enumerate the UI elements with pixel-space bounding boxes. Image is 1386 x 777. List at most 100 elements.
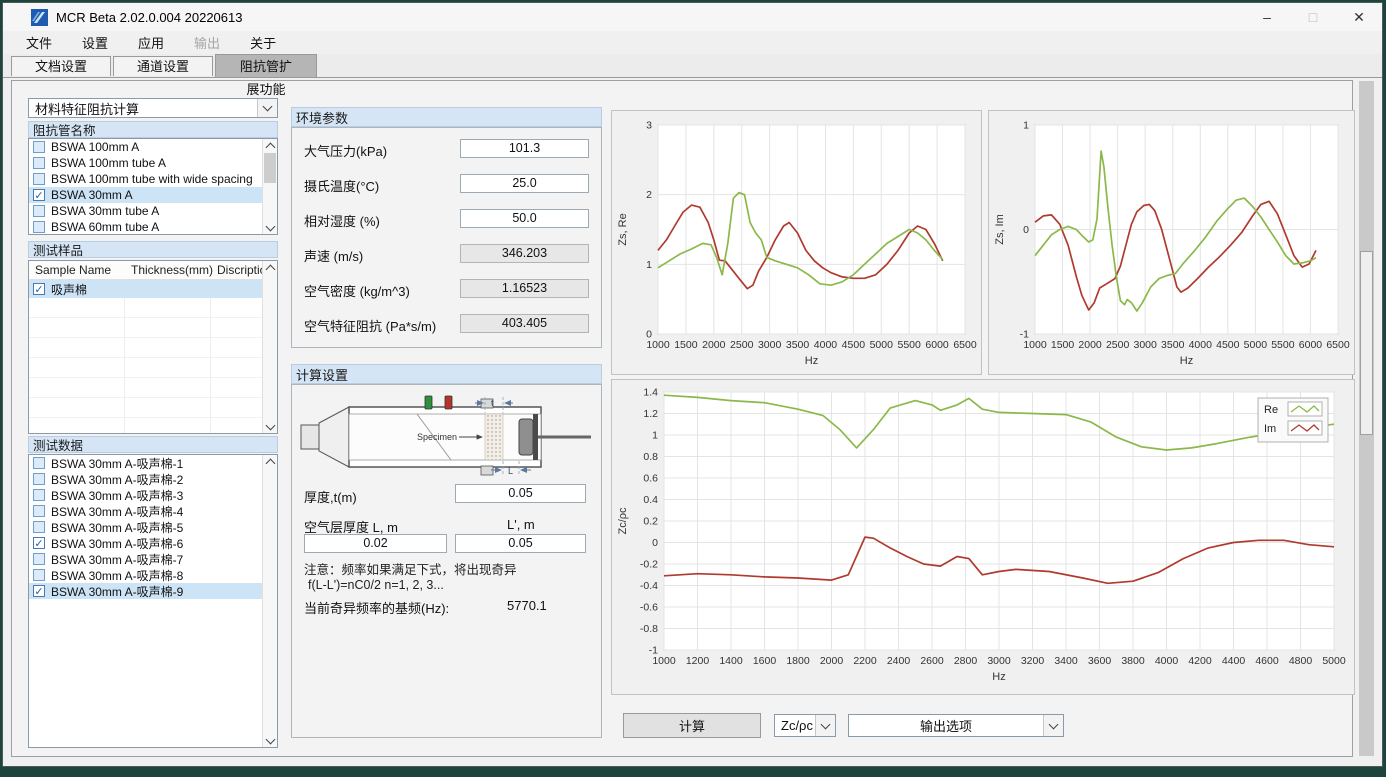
tube-section-header: 阻抗管名称: [28, 121, 278, 138]
column-header: Discription: [211, 263, 265, 277]
checkbox[interactable]: [33, 173, 45, 185]
list-item[interactable]: BSWA 30mm A-吸声棉-3: [29, 487, 277, 503]
svg-text:4500: 4500: [842, 339, 866, 351]
output-options-value: 输出选项: [849, 716, 1043, 735]
checkbox[interactable]: [33, 505, 45, 517]
env-field-input[interactable]: 25.0: [460, 174, 589, 193]
thickness-input[interactable]: 0.05: [455, 484, 586, 503]
specimen-label: Specimen: [417, 432, 457, 442]
checkbox[interactable]: [33, 141, 45, 153]
checkbox[interactable]: ✓: [33, 283, 45, 295]
list-item[interactable]: BSWA 30mm A-吸声棉-5: [29, 519, 277, 535]
sample-table-scrollbar[interactable]: [262, 261, 277, 433]
air-layer-prime-input[interactable]: 0.05: [455, 534, 586, 553]
app-window: MCR Beta 2.02.0.004 20220613 – □ ✕ 文件设置应…: [2, 2, 1383, 767]
checkbox[interactable]: [33, 221, 45, 233]
checkbox[interactable]: [33, 457, 45, 469]
data-list-scrollbar[interactable]: [262, 455, 277, 747]
env-field-input[interactable]: 101.3: [460, 139, 589, 158]
checkbox[interactable]: [33, 489, 45, 501]
svg-text:-0.4: -0.4: [640, 580, 658, 592]
tab-impedance-tube-extension[interactable]: 阻抗管扩展功能: [215, 54, 317, 77]
checkbox[interactable]: [33, 157, 45, 169]
maximize-button[interactable]: □: [1290, 3, 1336, 31]
table-row[interactable]: ✓吸声棉: [29, 280, 277, 298]
list-item[interactable]: BSWA 30mm A-吸声棉-2: [29, 471, 277, 487]
scroll-up-icon[interactable]: [263, 261, 277, 274]
tab-document-settings[interactable]: 文档设置: [11, 56, 111, 76]
quantity-dropdown[interactable]: Zc/ρc: [774, 714, 836, 737]
checkbox[interactable]: [33, 205, 45, 217]
tube-scrollbar-thumb[interactable]: [264, 153, 276, 183]
svg-text:1.2: 1.2: [643, 408, 658, 420]
svg-text:3000: 3000: [1134, 339, 1158, 351]
svg-text:1500: 1500: [1051, 339, 1075, 351]
column-header: Sample Name: [29, 263, 125, 277]
list-item[interactable]: BSWA 100mm tube with wide spacing: [29, 171, 277, 187]
list-item[interactable]: BSWA 30mm A-吸声棉-4: [29, 503, 277, 519]
checkbox[interactable]: [33, 553, 45, 565]
checkbox[interactable]: [33, 473, 45, 485]
empty-table-row: [29, 358, 277, 378]
checkbox[interactable]: [33, 521, 45, 533]
checkbox[interactable]: [33, 569, 45, 581]
chart-zs-re: 1000150020002500300035004000450050005500…: [611, 110, 982, 375]
list-item[interactable]: BSWA 30mm tube A: [29, 203, 277, 219]
menu-item: 输出: [179, 31, 235, 54]
main-scrollbar-thumb[interactable]: [1360, 251, 1373, 435]
list-item[interactable]: BSWA 30mm A-吸声棉-8: [29, 567, 277, 583]
list-item[interactable]: ✓BSWA 30mm A-吸声棉-6: [29, 535, 277, 551]
main-scrollbar[interactable]: [1359, 81, 1374, 756]
checkbox[interactable]: ✓: [33, 585, 45, 597]
output-options-dropdown[interactable]: 输出选项: [848, 714, 1064, 737]
scroll-up-icon[interactable]: [263, 139, 277, 152]
list-item-label: BSWA 30mm A-吸声棉-2: [51, 471, 183, 488]
menu-item[interactable]: 文件: [11, 31, 67, 54]
scroll-down-icon[interactable]: [263, 420, 277, 433]
svg-text:0.2: 0.2: [643, 516, 658, 528]
list-item[interactable]: ✓BSWA 30mm A: [29, 187, 277, 203]
base-freq-value: 5770.1: [507, 598, 547, 613]
calc-type-dropdown-button[interactable]: [257, 99, 277, 117]
svg-text:6500: 6500: [1326, 339, 1350, 351]
air-layer-input[interactable]: 0.02: [304, 534, 447, 553]
data-section-header: 测试数据: [28, 436, 278, 453]
checkbox[interactable]: ✓: [33, 189, 45, 201]
empty-table-row: [29, 298, 277, 318]
tube-list-scrollbar[interactable]: [262, 139, 277, 234]
env-field-input[interactable]: 50.0: [460, 209, 589, 228]
svg-text:Zs, Im: Zs, Im: [994, 214, 1006, 245]
scroll-up-icon[interactable]: [263, 455, 277, 468]
empty-table-row: [29, 398, 277, 418]
svg-text:1400: 1400: [719, 655, 743, 667]
output-options-dropdown-button[interactable]: [1043, 715, 1063, 736]
menu-item[interactable]: 关于: [235, 31, 291, 54]
list-item[interactable]: BSWA 100mm A: [29, 139, 277, 155]
svg-text:1000: 1000: [652, 655, 676, 667]
menu-item[interactable]: 设置: [67, 31, 123, 54]
sample-section-title: 测试样品: [33, 240, 83, 259]
calc-type-dropdown[interactable]: 材料特征阻抗计算: [28, 98, 278, 118]
list-item[interactable]: BSWA 30mm A-吸声棉-7: [29, 551, 277, 567]
tab-channel-settings[interactable]: 通道设置: [113, 56, 213, 76]
svg-text:1600: 1600: [753, 655, 777, 667]
calculate-button[interactable]: 计算: [623, 713, 761, 738]
svg-text:3500: 3500: [786, 339, 810, 351]
scroll-down-icon[interactable]: [263, 221, 277, 234]
quantity-dropdown-button[interactable]: [815, 715, 835, 736]
minimize-button[interactable]: –: [1244, 3, 1290, 31]
svg-text:3200: 3200: [1021, 655, 1045, 667]
list-item[interactable]: ✓BSWA 30mm A-吸声棉-9: [29, 583, 277, 599]
svg-text:4000: 4000: [1155, 655, 1179, 667]
list-item[interactable]: BSWA 100mm tube A: [29, 155, 277, 171]
scroll-down-icon[interactable]: [263, 734, 277, 747]
svg-text:1800: 1800: [786, 655, 810, 667]
list-item[interactable]: BSWA 30mm A-吸声棉-1: [29, 455, 277, 471]
svg-text:0.4: 0.4: [643, 494, 658, 506]
checkbox[interactable]: ✓: [33, 537, 45, 549]
svg-text:1.4: 1.4: [643, 387, 658, 399]
list-item[interactable]: BSWA 60mm tube A: [29, 219, 277, 235]
menu-item[interactable]: 应用: [123, 31, 179, 54]
svg-text:-1: -1: [649, 645, 658, 657]
close-button[interactable]: ✕: [1336, 3, 1382, 31]
